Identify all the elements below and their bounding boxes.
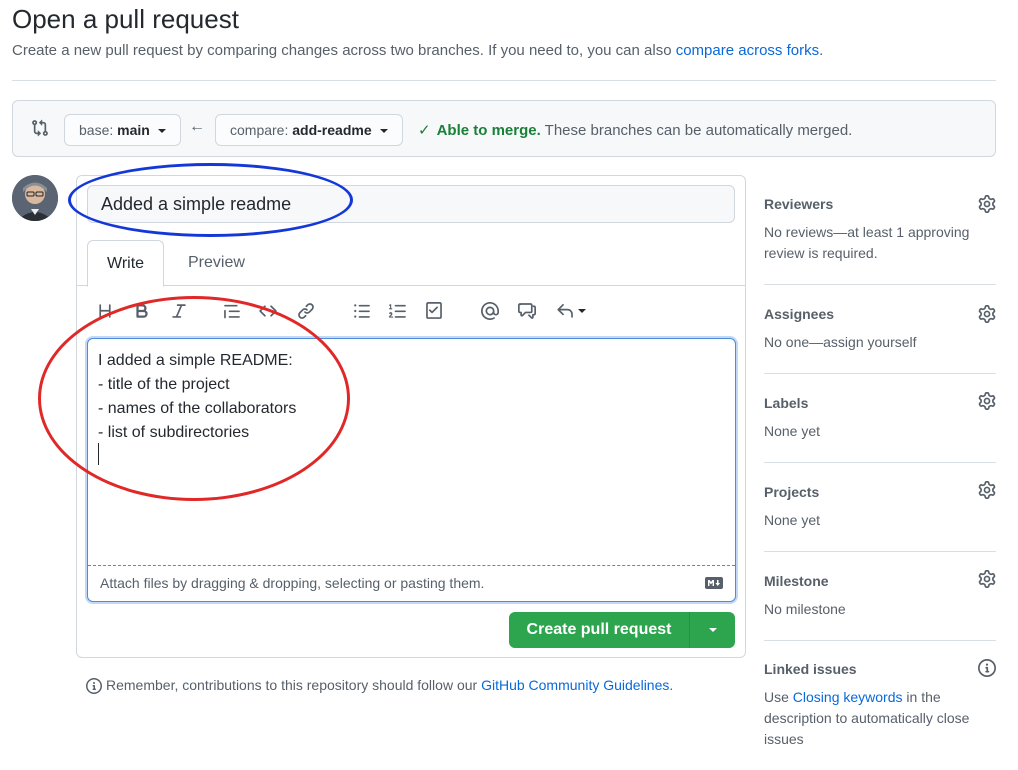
editor-tabs: Write Preview [77, 240, 745, 287]
assignees-heading[interactable]: Assignees [764, 306, 996, 322]
gear-icon[interactable] [978, 305, 996, 323]
milestone-heading[interactable]: Milestone [764, 573, 996, 589]
gear-icon[interactable] [978, 392, 996, 410]
merge-status: ✓ Able to merge. These branches can be au… [418, 122, 853, 139]
gear-icon[interactable] [978, 195, 996, 213]
page-subtitle: Create a new pull request by comparing c… [12, 42, 824, 59]
labels-heading[interactable]: Labels [764, 395, 996, 411]
projects-heading[interactable]: Projects [764, 484, 996, 500]
cross-reference-icon[interactable] [514, 296, 540, 326]
projects-value: None yet [764, 512, 821, 528]
page-title: Open a pull request [12, 4, 239, 34]
caret-down-icon [578, 309, 586, 313]
arrow-left-icon: ← [189, 118, 205, 135]
create-pull-request-button[interactable]: Create pull request [509, 612, 735, 648]
ordered-list-icon[interactable] [385, 296, 411, 326]
info-icon[interactable] [978, 659, 996, 677]
community-guidelines-note: Remember, contributions to this reposito… [86, 677, 673, 695]
assignees-value[interactable]: No one—assign yourself [764, 332, 996, 353]
user-avatar[interactable] [12, 175, 58, 221]
file-attach-area[interactable]: Attach files by dragging & dropping, sel… [88, 565, 735, 601]
reviewers-heading[interactable]: Reviewers [764, 196, 996, 212]
community-guidelines-link[interactable]: GitHub Community Guidelines [481, 677, 669, 693]
reply-icon[interactable] [553, 296, 589, 326]
mention-icon[interactable] [477, 296, 503, 326]
header-divider [12, 80, 996, 81]
pr-sidebar: Reviewers No reviews—at least 1 approvin… [764, 175, 996, 750]
base-branch-select[interactable]: base: main [64, 114, 181, 146]
task-list-icon[interactable] [421, 296, 447, 326]
sidebar-projects: Projects None yet [764, 463, 996, 552]
milestone-value: No milestone [764, 601, 846, 617]
annotation-red-ellipse [38, 296, 350, 501]
sidebar-milestone: Milestone No milestone [764, 552, 996, 641]
caret-down-icon [157, 129, 166, 134]
sidebar-labels: Labels None yet [764, 374, 996, 463]
caret-down-icon [379, 129, 388, 134]
caret-down-icon [708, 628, 717, 632]
info-icon [86, 678, 102, 695]
sidebar-linked-issues: Linked issues Use Closing keywords in th… [764, 641, 996, 750]
linked-issues-value: Use Closing keywords in the description … [764, 689, 970, 747]
gear-icon[interactable] [978, 481, 996, 499]
create-options-dropdown[interactable] [690, 612, 735, 648]
check-icon: ✓ [418, 122, 431, 139]
labels-value: None yet [764, 423, 821, 439]
avatar-image [12, 175, 58, 221]
branch-range-bar: base: main ← compare: add-readme ✓ Able t… [12, 100, 996, 157]
compare-forks-link[interactable]: compare across forks [676, 42, 819, 59]
sidebar-assignees: Assignees No one—assign yourself [764, 285, 996, 374]
reviewers-value: No reviews—at least 1 approving review i… [764, 224, 970, 261]
unordered-list-icon[interactable] [349, 296, 375, 326]
git-compare-icon [32, 119, 48, 137]
annotation-blue-ellipse [68, 163, 353, 237]
closing-keywords-link[interactable]: Closing keywords [793, 689, 903, 705]
sidebar-reviewers: Reviewers No reviews—at least 1 approvin… [764, 175, 996, 285]
linked-issues-heading: Linked issues [764, 661, 857, 677]
tab-preview[interactable]: Preview [169, 240, 264, 287]
markdown-icon[interactable] [705, 577, 723, 589]
gear-icon[interactable] [978, 570, 996, 588]
tab-write[interactable]: Write [87, 240, 165, 287]
compare-branch-select[interactable]: compare: add-readme [215, 114, 403, 146]
